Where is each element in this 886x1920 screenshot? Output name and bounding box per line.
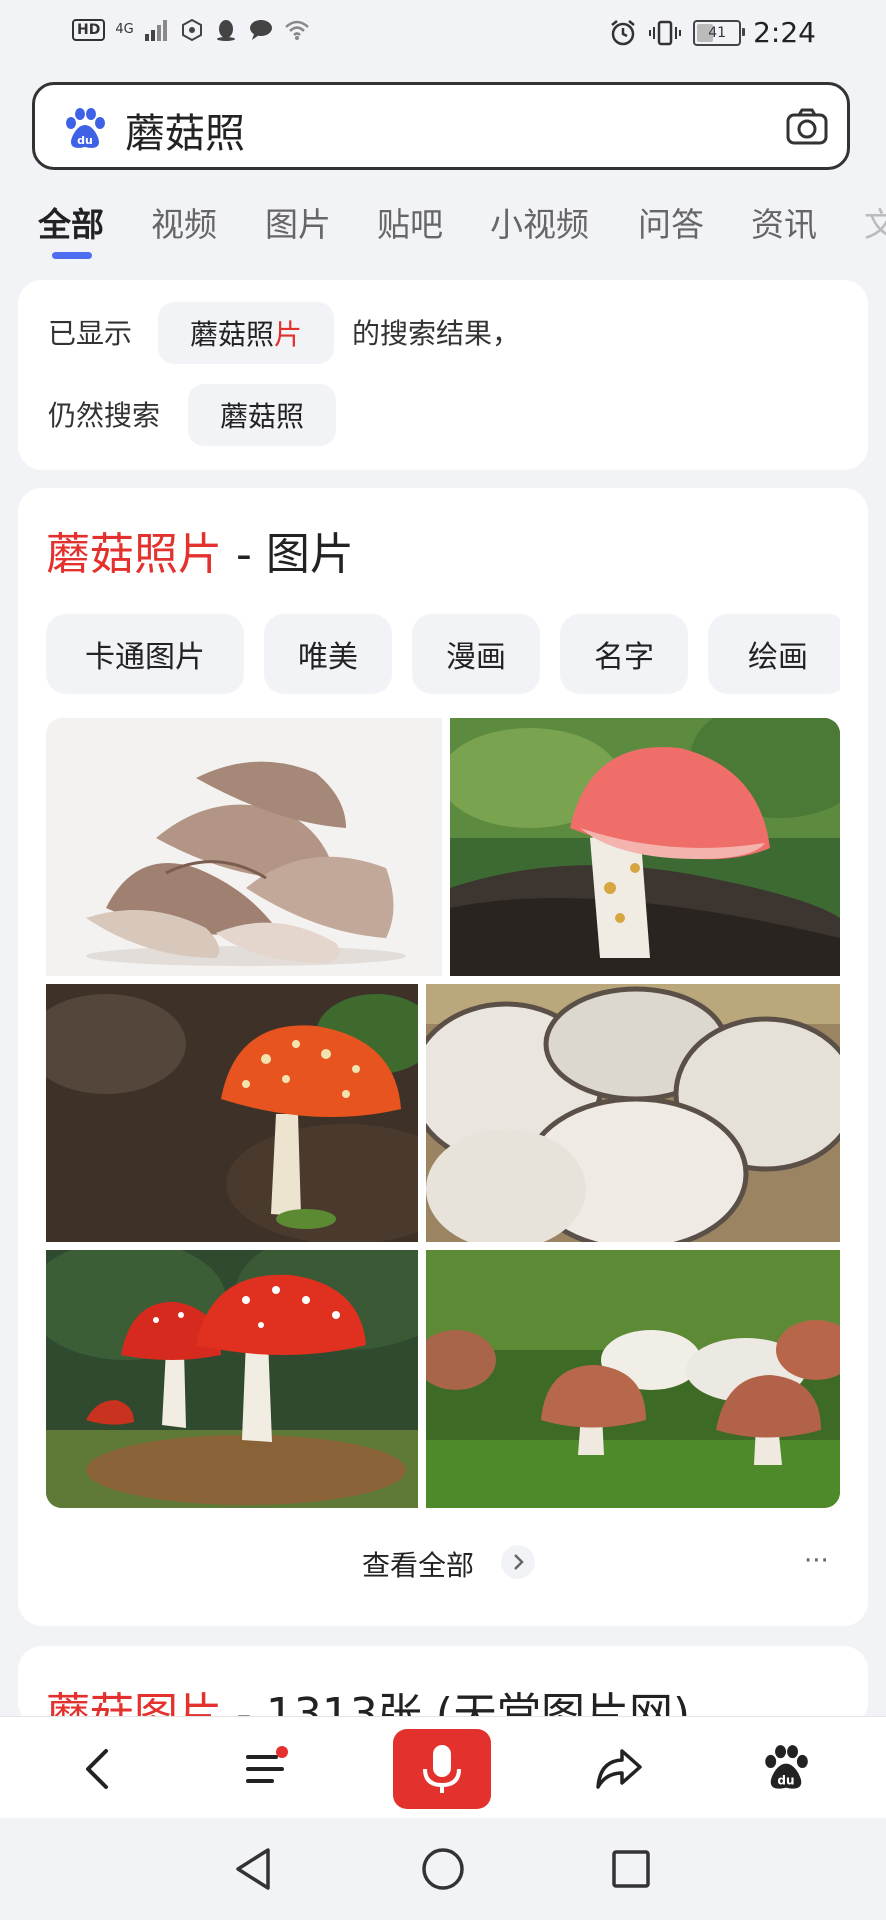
system-back-icon[interactable] — [232, 1846, 274, 1892]
image-card-title-keyword: 蘑菇照片 — [46, 529, 222, 580]
image-pink-mushroom[interactable] — [450, 718, 840, 976]
image-card-title[interactable]: 蘑菇照片 - 图片 — [46, 518, 354, 582]
tab-more[interactable]: 文 — [864, 198, 886, 246]
browser-bottom-bar: du — [0, 1716, 886, 1819]
corrected-query-extra: 片 — [274, 318, 303, 351]
corrected-query-main: 蘑菇照 — [189, 318, 274, 351]
vibrate-icon — [649, 20, 682, 45]
signal-icon — [144, 20, 167, 41]
menu-icon[interactable] — [242, 1745, 290, 1791]
status-right-icons: 41 2:24 — [609, 16, 816, 49]
tab-qa[interactable]: 问答 — [638, 198, 704, 246]
view-all-link[interactable]: 查看全部 — [362, 1544, 474, 1584]
image-card-title-rest: - 图片 — [222, 529, 354, 580]
svg-text:du: du — [77, 134, 93, 147]
image-red-toadstools[interactable] — [46, 1250, 418, 1508]
shown-prefix: 已显示 — [48, 317, 133, 350]
still-search-label: 仍然搜索 — [48, 399, 161, 432]
hd-icon: HD — [72, 19, 106, 41]
battery-icon: 41 — [693, 19, 746, 46]
search-tabs: 全部 视频 图片 贴吧 小视频 问答 资讯 文 — [38, 192, 886, 262]
system-navigation-bar — [0, 1818, 886, 1920]
network-type: 4G — [115, 22, 134, 37]
chip-name[interactable]: 名字 — [560, 614, 688, 694]
tab-news[interactable]: 资讯 — [751, 198, 817, 246]
qq-icon — [216, 20, 235, 41]
chevron-right-icon[interactable] — [500, 1544, 536, 1580]
image-brown-mushrooms[interactable] — [426, 1250, 840, 1508]
baidu-home-icon[interactable]: du — [762, 1743, 810, 1793]
clock: 2:24 — [753, 16, 816, 49]
status-left-icons: HD 4G — [72, 18, 310, 42]
status-bar: HD 4G 41 2:24 — [0, 0, 886, 66]
tab-all[interactable]: 全部 — [38, 198, 104, 246]
chip-beautiful[interactable]: 唯美 — [264, 614, 392, 694]
image-oyster-mushroom[interactable] — [46, 718, 442, 976]
back-arrow-icon[interactable] — [80, 1747, 116, 1791]
search-input[interactable]: 蘑菇照 — [125, 101, 245, 159]
view-all-label: 查看全部 — [362, 1549, 475, 1582]
shown-suffix: 的搜索结果， — [352, 317, 521, 350]
query-correction-card: 已显示 蘑菇照片 的搜索结果， 仍然搜索 蘑菇照 — [18, 280, 868, 470]
tab-images[interactable]: 图片 — [265, 198, 331, 246]
alarm-icon — [611, 19, 635, 45]
tab-tieba[interactable]: 贴吧 — [377, 198, 443, 246]
svg-text:du: du — [777, 1773, 794, 1787]
share-icon[interactable] — [594, 1745, 644, 1791]
active-tab-indicator — [52, 252, 92, 259]
chip-cartoon[interactable]: 卡通图片 — [46, 614, 244, 694]
original-query-pill[interactable]: 蘑菇照 — [188, 384, 336, 446]
chip-comic[interactable]: 漫画 — [412, 614, 540, 694]
microphone-icon — [423, 1745, 461, 1793]
camera-icon[interactable] — [785, 105, 829, 149]
search-box[interactable]: du 蘑菇照 — [32, 82, 850, 170]
system-home-icon[interactable] — [420, 1846, 466, 1892]
tab-short-video[interactable]: 小视频 — [490, 198, 589, 246]
baidu-paw-icon[interactable]: du — [63, 107, 107, 151]
wifi-icon — [284, 20, 309, 40]
image-filter-chips: 卡通图片 唯美 漫画 名字 绘画 — [46, 614, 840, 694]
hexagon-icon — [181, 18, 202, 42]
chip-painting[interactable]: 绘画 — [708, 614, 840, 694]
more-options-button[interactable]: ··· — [804, 1546, 829, 1576]
tab-video[interactable]: 视频 — [151, 198, 217, 246]
image-white-mushrooms[interactable] — [426, 984, 840, 1242]
system-recents-icon[interactable] — [610, 1848, 652, 1890]
message-icon — [249, 20, 272, 40]
image-fly-agaric[interactable] — [46, 984, 418, 1242]
voice-search-button[interactable] — [393, 1729, 491, 1809]
corrected-query-pill[interactable]: 蘑菇照片 — [158, 302, 334, 364]
